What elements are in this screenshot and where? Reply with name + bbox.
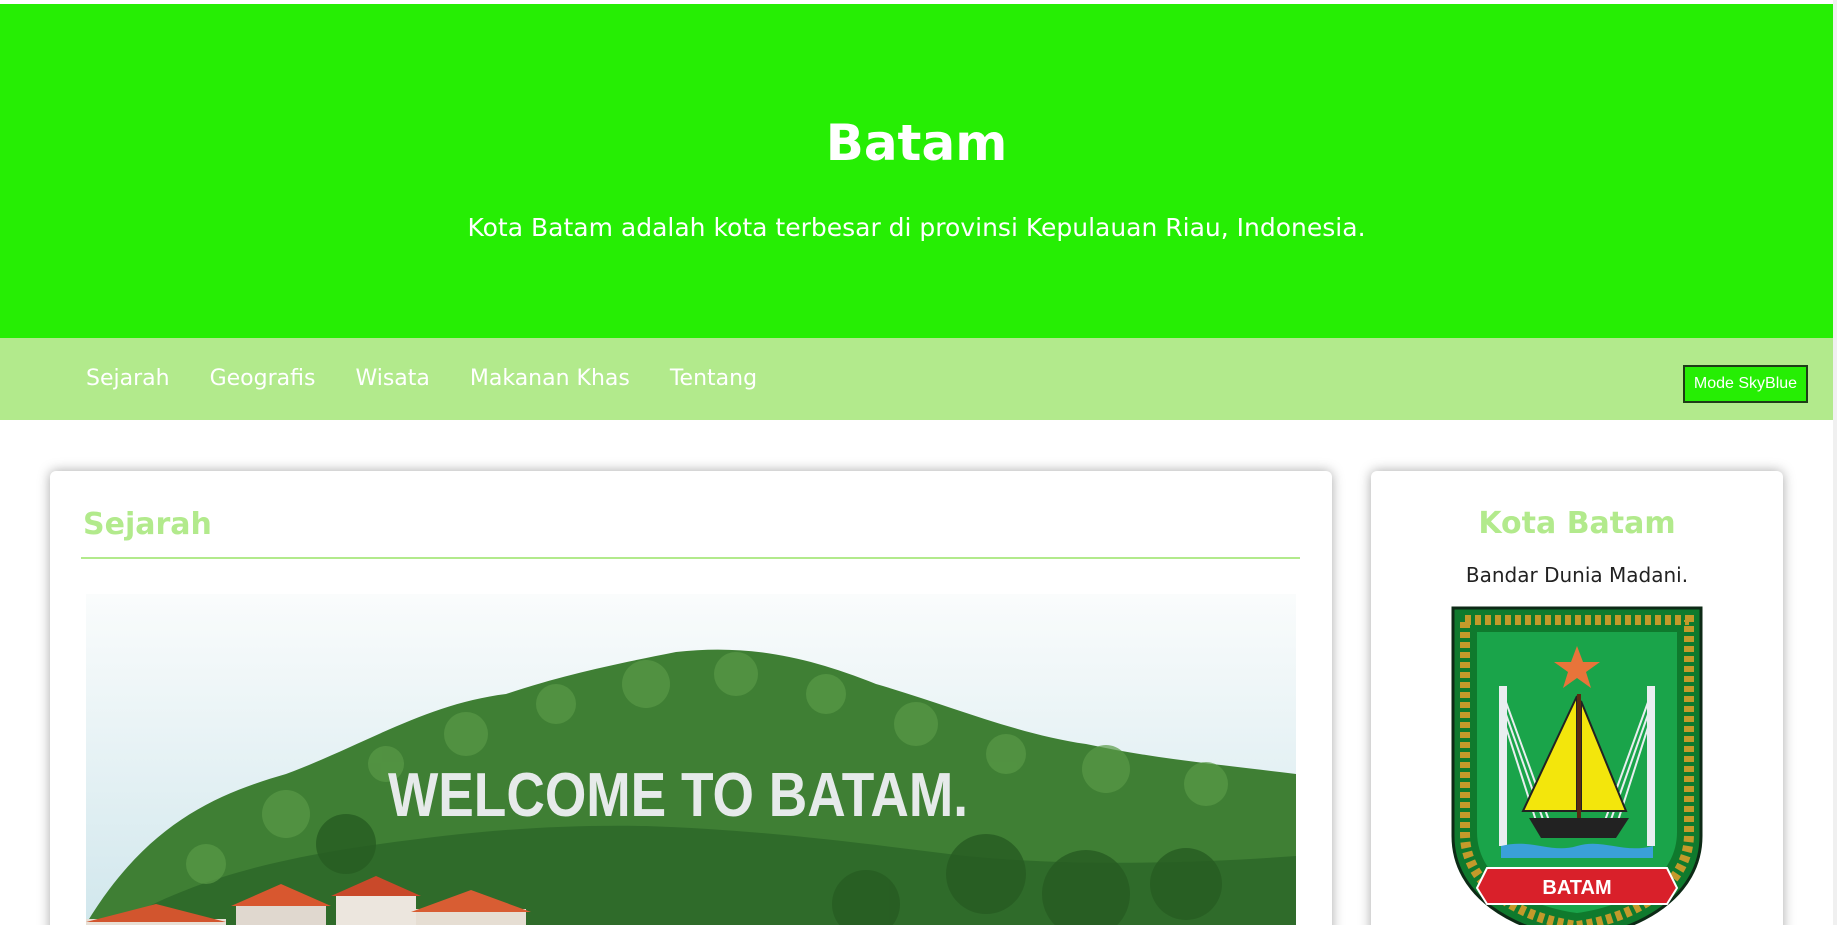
page-scrollbar[interactable] bbox=[1833, 0, 1837, 925]
site-header: Batam Kota Batam adalah kota terbesar di… bbox=[0, 4, 1833, 338]
welcome-to-batam-photo: WELCOME TO BATAM. bbox=[86, 594, 1296, 925]
sidebar-tagline: Bandar Dunia Madani. bbox=[1465, 563, 1689, 587]
site-subtitle: Kota Batam adalah kota terbesar di provi… bbox=[467, 213, 1366, 242]
section-title: Sejarah bbox=[83, 507, 212, 542]
sidebar-title: Kota Batam bbox=[1478, 506, 1676, 541]
mode-toggle-button[interactable]: Mode SkyBlue bbox=[1683, 365, 1808, 403]
main-content-card: Sejarah WELCOME TO BATAM. bbox=[50, 471, 1332, 925]
nav-link-tentang[interactable]: Tentang bbox=[650, 338, 777, 420]
navbar: Sejarah Geografis Wisata Makanan Khas Te… bbox=[0, 338, 1833, 420]
nav-link-geografis[interactable]: Geografis bbox=[190, 338, 336, 420]
photo-illustration: WELCOME TO BATAM. bbox=[86, 594, 1296, 925]
batam-emblem: BATAM bbox=[1451, 606, 1703, 925]
emblem-banner-text: BATAM bbox=[1542, 877, 1611, 899]
nav-links: Sejarah Geografis Wisata Makanan Khas Te… bbox=[66, 338, 777, 420]
emblem-shield-icon: BATAM bbox=[1451, 606, 1703, 925]
nav-link-wisata[interactable]: Wisata bbox=[335, 338, 449, 420]
site-title: Batam bbox=[825, 114, 1008, 172]
nav-link-sejarah[interactable]: Sejarah bbox=[66, 338, 190, 420]
section-divider bbox=[81, 557, 1300, 559]
welcome-sign-text: WELCOME TO BATAM. bbox=[388, 761, 968, 830]
sidebar-card: Kota Batam Bandar Dunia Madani. BATAM bbox=[1371, 471, 1783, 925]
nav-link-makanan-khas[interactable]: Makanan Khas bbox=[450, 338, 650, 420]
